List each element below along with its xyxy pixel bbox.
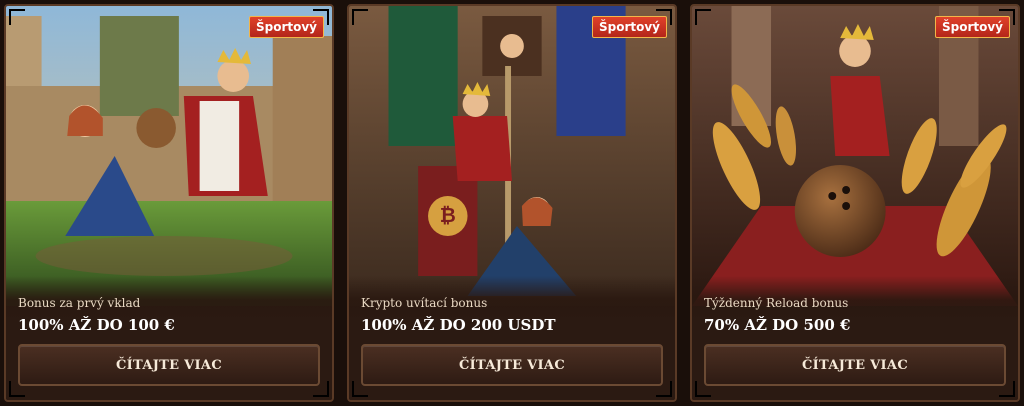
promo-card-crypto-welcome[interactable]: ₿ Športový Krypto uvítací bonus 100% AŽ … <box>347 4 677 402</box>
promotions-row: Športový Bonus za prvý vklad 100% AŽ DO … <box>0 0 1024 406</box>
promo-headline: 70% AŽ DO 500 € <box>704 316 851 334</box>
read-more-button[interactable]: ČÍTAJTE VIAC <box>361 344 663 386</box>
castle-football-art <box>6 6 332 306</box>
frame-corner <box>695 9 711 25</box>
promo-subtitle: Krypto uvítací bonus <box>361 296 488 310</box>
svg-text:₿: ₿ <box>440 204 456 227</box>
promo-headline: 100% AŽ DO 100 € <box>18 316 175 334</box>
category-badge: Športový <box>248 16 324 38</box>
bowling-art <box>692 6 1018 306</box>
promo-card-weekly-reload[interactable]: Športový Týždenný Reload bonus 70% AŽ DO… <box>690 4 1020 402</box>
read-more-button[interactable]: ČÍTAJTE VIAC <box>18 344 320 386</box>
category-badge: Športový <box>934 16 1010 38</box>
promo-subtitle: Týždenný Reload bonus <box>704 296 849 310</box>
frame-corner <box>9 9 25 25</box>
promo-headline: 100% AŽ DO 200 USDT <box>361 316 556 334</box>
promo-subtitle: Bonus za prvý vklad <box>18 296 141 310</box>
frame-corner <box>352 9 368 25</box>
promo-card-first-deposit[interactable]: Športový Bonus za prvý vklad 100% AŽ DO … <box>4 4 334 402</box>
category-badge: Športový <box>591 16 667 38</box>
crypto-castle-art: ₿ <box>349 6 675 306</box>
read-more-button[interactable]: ČÍTAJTE VIAC <box>704 344 1006 386</box>
